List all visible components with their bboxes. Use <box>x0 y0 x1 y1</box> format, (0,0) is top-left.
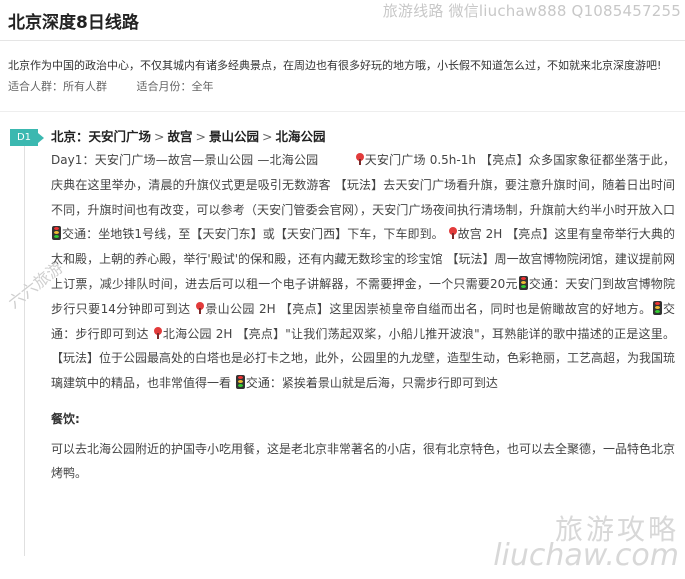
location-pin-icon <box>448 227 457 240</box>
day-badge: D1 <box>10 129 44 146</box>
route-stop[interactable]: 天安门广场 <box>89 129 152 144</box>
meal-text: 可以去北海公园附近的护国寺小吃用餐，这是老北京非常著名的小店，很有北京特色，也可… <box>51 441 676 480</box>
traffic-light-icon <box>652 300 662 315</box>
traffic-light-icon <box>518 275 528 290</box>
traffic-light-icon <box>52 226 61 241</box>
intro-text: 北京作为中国的政治中心，不仅其城内有诸多经典景点，在周边也有很多好玩的地方哦，小… <box>8 59 662 72</box>
watermark-bottom-en: liuchaw.com <box>493 538 679 573</box>
route-stop[interactable]: 景山公园 <box>209 129 259 144</box>
day-section: D1 北京：天安门广场 > 故宫 > 景山公园 > 北海公园 Day1：天安门广场—故宫—景… <box>0 126 685 556</box>
location-pin-icon <box>355 153 364 165</box>
day-description: Day1：天安门广场—故宫—景山公园 —北海公园 天安门广场 0.5h-1h 【… <box>51 153 676 391</box>
meal-title: 餐饮: <box>51 411 80 426</box>
fit-people: 适合人群：所有人群 <box>8 80 107 93</box>
route-stop[interactable]: 故宫 <box>168 129 193 144</box>
route-stop[interactable]: 北海公园 <box>276 129 326 144</box>
location-pin-icon <box>153 326 162 339</box>
timeline-line <box>24 146 25 556</box>
route-title: 北京：天安门广场 > 故宫 > 景山公园 > 北海公园 <box>51 129 326 144</box>
watermark-top: 旅游线路 微信liuchaw888 Q1085457255 <box>382 2 681 20</box>
traffic-light-icon <box>235 375 245 390</box>
fit-info: 适合人群：所有人群 适合月份：全年 <box>0 75 685 97</box>
location-pin-icon <box>195 301 204 314</box>
page-header: 北京深度8日线路 旅游线路 微信liuchaw888 Q1085457255 <box>0 0 685 41</box>
page-title: 北京深度8日线路 <box>8 13 139 33</box>
fit-month: 适合月份：全年 <box>136 80 214 93</box>
divider <box>0 111 685 112</box>
route-prefix: 北京： <box>51 129 89 144</box>
